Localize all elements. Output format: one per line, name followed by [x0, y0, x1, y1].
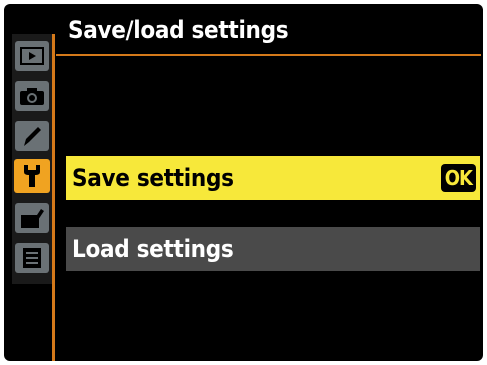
menu-tabs-sidebar — [12, 34, 52, 284]
wrench-icon — [14, 159, 50, 193]
my-menu-icon — [15, 243, 49, 273]
menu-display: Save/load settings Save settings OK Load… — [4, 4, 483, 361]
page-title: Save/load settings — [68, 16, 289, 44]
retouch-icon — [15, 203, 49, 233]
tab-setup-menu[interactable] — [12, 156, 52, 196]
ok-badge: OK — [440, 164, 476, 192]
camera-icon — [15, 81, 49, 111]
pencil-icon — [15, 121, 49, 151]
camera-screen: Save/load settings Save settings OK Load… — [0, 0, 487, 365]
tab-shooting-menu[interactable] — [12, 76, 52, 116]
tab-playback-menu[interactable] — [12, 36, 52, 76]
menu-item-label: Save settings — [72, 164, 234, 192]
sidebar-divider — [52, 34, 55, 361]
menu-item-load-settings[interactable]: Load settings — [66, 227, 480, 271]
tab-my-menu[interactable] — [12, 238, 52, 278]
menu-item-save-settings[interactable]: Save settings OK — [66, 156, 480, 200]
tab-custom-settings[interactable] — [12, 116, 52, 156]
title-divider — [56, 54, 481, 56]
menu-item-label: Load settings — [72, 235, 234, 263]
tab-retouch-menu[interactable] — [12, 198, 52, 238]
playback-icon — [15, 41, 49, 71]
